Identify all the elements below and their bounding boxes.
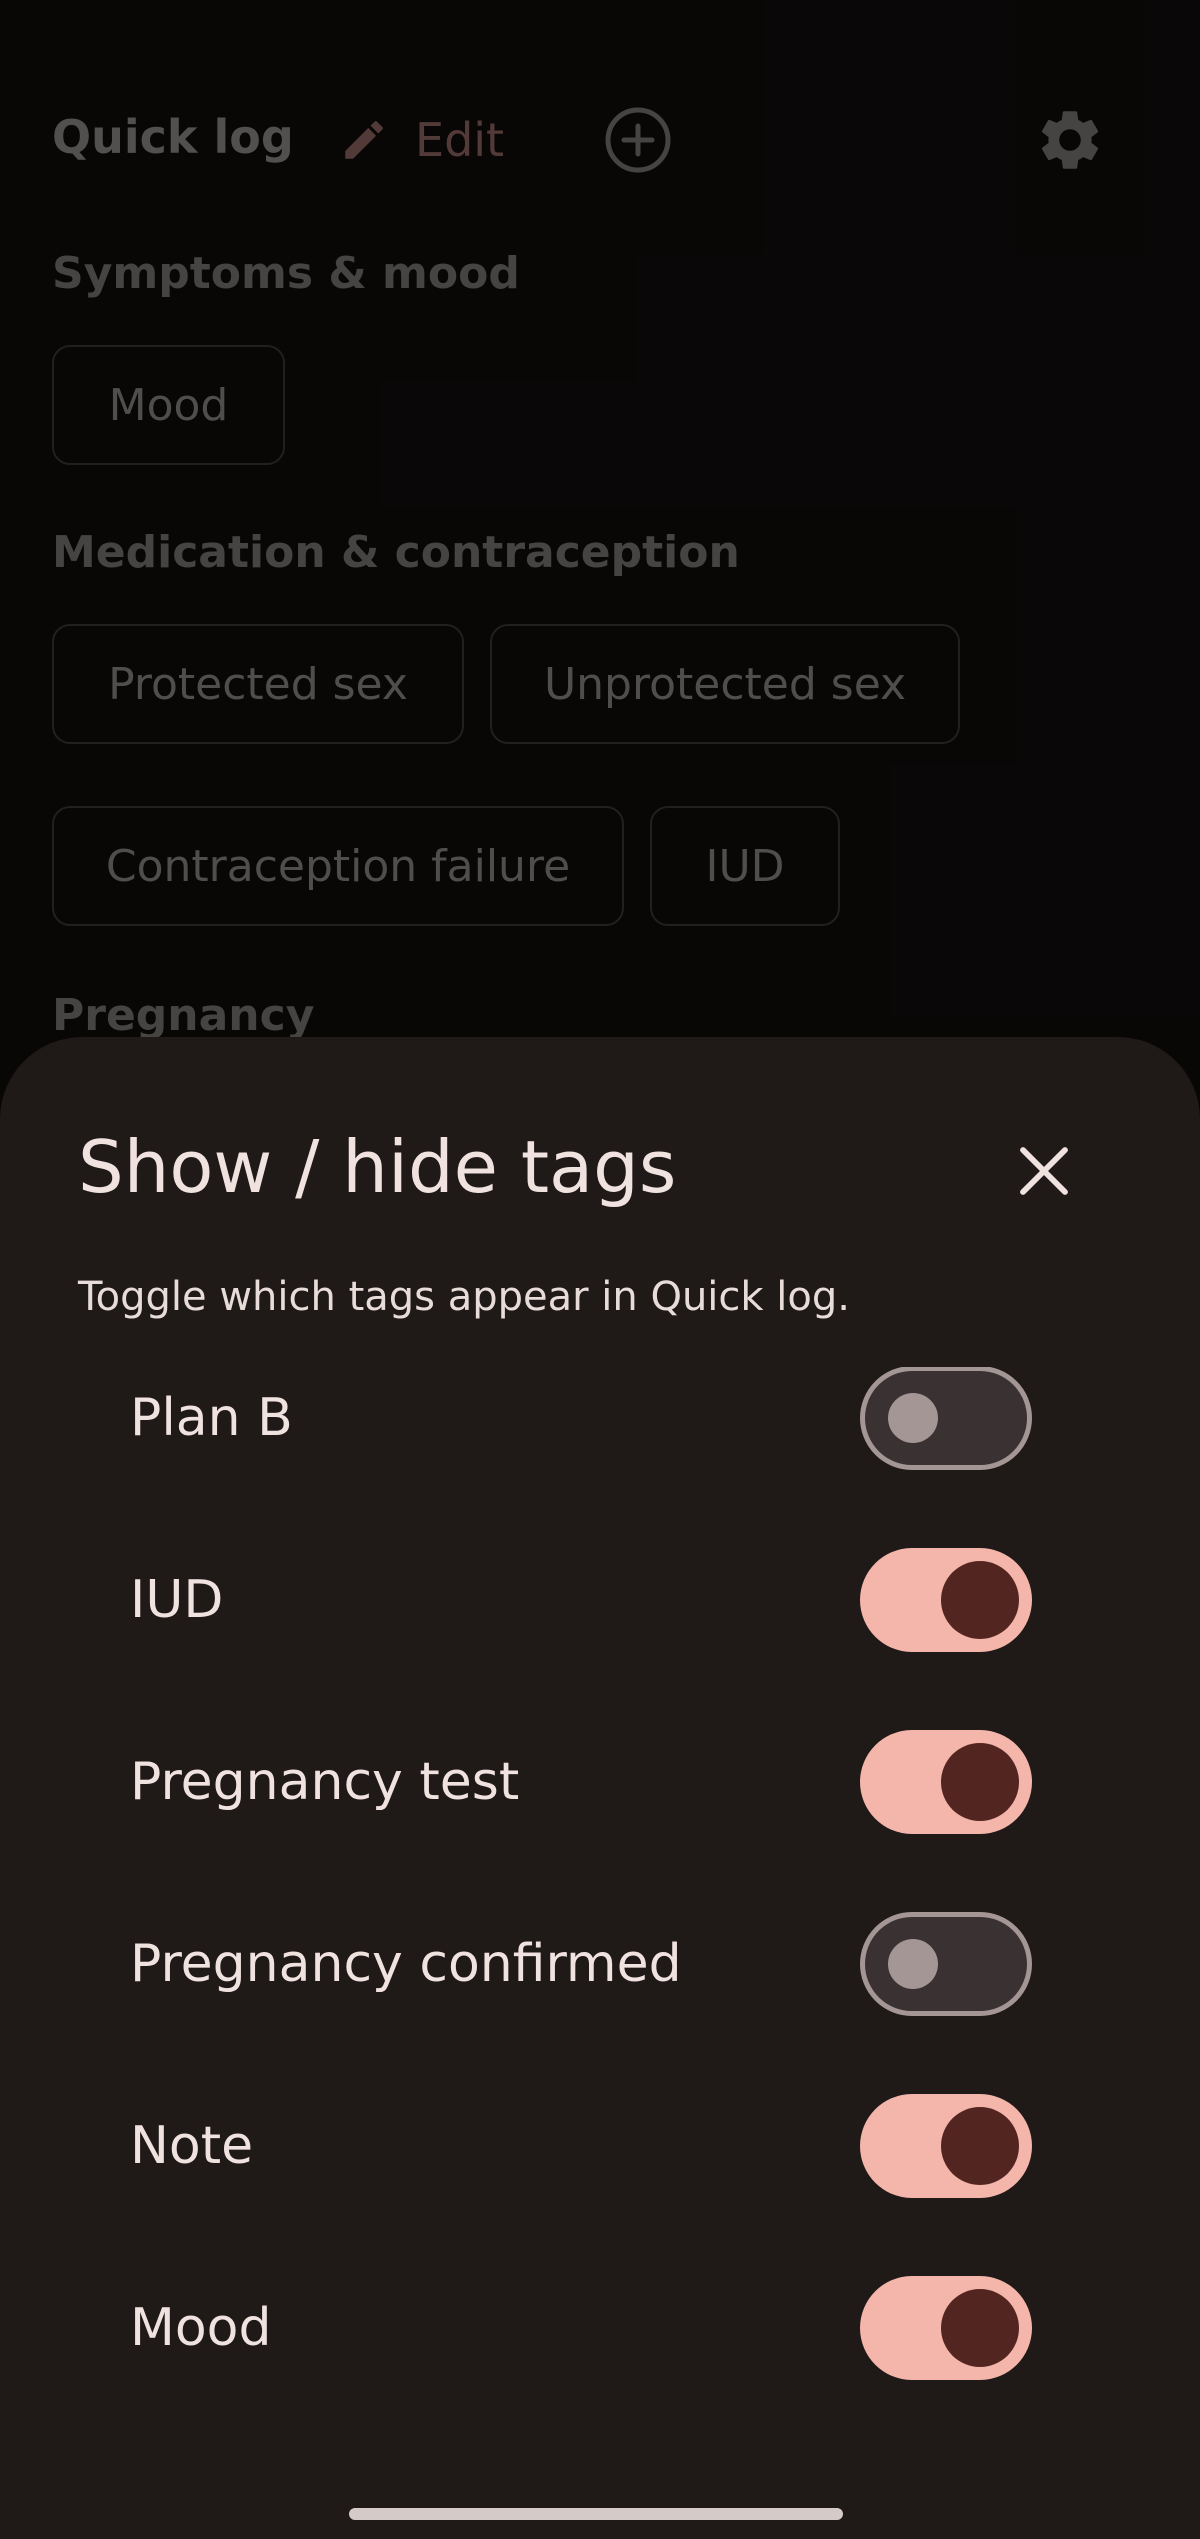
tag-label: Pregnancy test	[130, 1752, 520, 1812]
switch-knob	[888, 1939, 938, 1989]
home-indicator[interactable]	[349, 2508, 843, 2520]
tag-row-plan-b[interactable]: Plan B	[0, 1367, 1200, 1509]
toggle-switch-iud[interactable]	[860, 1548, 1032, 1652]
tag-row-mood[interactable]: Mood	[0, 2237, 1200, 2419]
switch-knob	[941, 1743, 1019, 1821]
show-hide-tags-sheet: Show / hide tags Toggle which tags appea…	[0, 1037, 1200, 2539]
toggle-switch-plan-b[interactable]	[860, 1367, 1032, 1470]
tag-row-pregnancy-test[interactable]: Pregnancy test	[0, 1691, 1200, 1873]
sheet-subtitle: Toggle which tags appear in Quick log.	[78, 1274, 850, 1320]
close-icon	[1020, 1147, 1068, 1195]
toggle-switch-note[interactable]	[860, 2094, 1032, 2198]
tag-label: Note	[130, 2116, 254, 2176]
switch-knob	[941, 2107, 1019, 2185]
tag-row-note[interactable]: Note	[0, 2055, 1200, 2237]
toggle-switch-pregnancy-test[interactable]	[860, 1730, 1032, 1834]
tag-toggle-list[interactable]: Plan B IUD Pregnancy test Pregnancy conf…	[0, 1367, 1200, 2487]
tag-label: Plan B	[130, 1388, 293, 1448]
tag-row-pregnancy-confirmed[interactable]: Pregnancy confirmed	[0, 1873, 1200, 2055]
close-button[interactable]	[1004, 1131, 1084, 1211]
tag-label: IUD	[130, 1570, 224, 1630]
switch-knob	[941, 2289, 1019, 2367]
tag-label: Mood	[130, 2298, 272, 2358]
switch-knob	[888, 1393, 938, 1443]
toggle-switch-mood[interactable]	[860, 2276, 1032, 2380]
toggle-switch-pregnancy-confirmed[interactable]	[860, 1912, 1032, 2016]
tag-row-iud[interactable]: IUD	[0, 1509, 1200, 1691]
switch-knob	[941, 1561, 1019, 1639]
tag-label: Pregnancy confirmed	[130, 1934, 682, 1994]
sheet-title: Show / hide tags	[78, 1125, 677, 1209]
